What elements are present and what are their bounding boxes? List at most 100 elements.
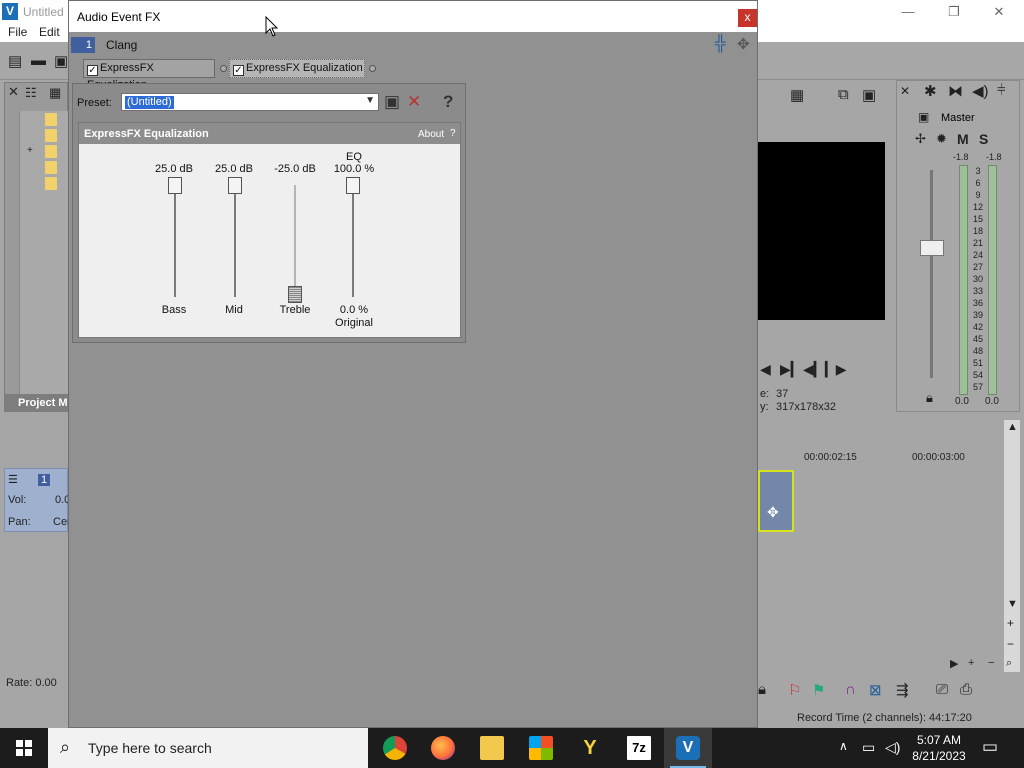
- plugin-chain-icon[interactable]: ╬: [715, 35, 726, 52]
- scroll-up-icon[interactable]: ▲: [1007, 421, 1018, 433]
- dialog-title: Audio Event FX: [77, 10, 161, 24]
- snap-magnet-icon[interactable]: ∩: [845, 681, 856, 698]
- about-link[interactable]: About: [418, 129, 444, 140]
- fx-enable-checkbox-2[interactable]: ✓: [233, 65, 244, 76]
- taskbar-search[interactable]: ⌕ Type here to search: [48, 728, 368, 768]
- h-zoom-in-icon[interactable]: +: [968, 657, 974, 669]
- taskbar-vegas[interactable]: V: [664, 728, 712, 768]
- eq-slider-thumb[interactable]: [346, 177, 360, 194]
- prev-frame-step-icon[interactable]: ◀▎: [803, 361, 825, 378]
- taskbar-yellow-app[interactable]: Y: [566, 728, 614, 768]
- bass-slider-track[interactable]: [174, 181, 176, 297]
- audio-event-clip[interactable]: [758, 470, 794, 532]
- scroll-right-icon[interactable]: ▶: [950, 657, 958, 670]
- project-media-tab[interactable]: Project M: [4, 394, 68, 412]
- eq-value: 100.0 %: [333, 163, 375, 175]
- zoom-in-icon[interactable]: +: [1007, 616, 1014, 630]
- remove-plugin-icon[interactable]: ✥: [737, 35, 750, 53]
- downmix-icon[interactable]: ⧓: [948, 82, 963, 100]
- fx-gear-icon[interactable]: ✹: [936, 131, 947, 147]
- track-menu-icon[interactable]: ☰: [8, 473, 18, 486]
- eq-slider-track[interactable]: [352, 181, 354, 297]
- timeline[interactable]: [758, 420, 1020, 672]
- treble-slider-thumb[interactable]: [288, 286, 302, 303]
- taskbar-store[interactable]: [517, 728, 565, 768]
- vertical-scrollbar[interactable]: [1004, 420, 1020, 672]
- save-icon[interactable]: ▣: [54, 52, 68, 70]
- expand-icon[interactable]: +: [27, 145, 33, 156]
- scroll-down-icon[interactable]: ▼: [1007, 598, 1018, 610]
- close-master-icon[interactable]: ✕: [900, 84, 910, 98]
- play-icon[interactable]: ▶▎: [780, 361, 802, 378]
- eq-label: EQ: [346, 151, 362, 163]
- clock[interactable]: 5:07 AM 8/21/2023: [904, 732, 974, 764]
- chain-end-dot: [369, 65, 376, 72]
- mute-button[interactable]: M: [957, 131, 969, 147]
- help-icon[interactable]: ?: [443, 93, 453, 111]
- app-title: Untitled: [23, 5, 64, 19]
- fx-chip-1[interactable]: ✓ExpressFX Equalization: [83, 59, 215, 91]
- auto-crossfade-icon[interactable]: ⊠: [869, 681, 882, 699]
- minimize-button[interactable]: —: [885, 2, 931, 22]
- volume-icon[interactable]: ◁): [885, 739, 900, 756]
- speaker-icon[interactable]: ◀): [972, 82, 989, 100]
- folder-icon[interactable]: [45, 129, 57, 142]
- track-header[interactable]: ☰ 1 Vol: 0.0 Pan: Cen: [4, 468, 73, 532]
- delete-preset-icon[interactable]: ✕: [407, 93, 421, 111]
- taskbar-7zip[interactable]: 7z: [615, 728, 663, 768]
- chevron-down-icon[interactable]: ▼: [365, 95, 375, 106]
- meter-scale-tick: 9: [975, 190, 981, 200]
- start-button[interactable]: [0, 728, 48, 768]
- next-frame-step-icon[interactable]: ▎▶: [825, 361, 847, 378]
- bass-slider-thumb[interactable]: [168, 177, 182, 194]
- marker-icon[interactable]: ⚐: [788, 681, 801, 699]
- new-file-icon[interactable]: ▤: [8, 52, 22, 70]
- fx-enable-checkbox-1[interactable]: ✓: [87, 65, 98, 76]
- copy-snapshot-icon[interactable]: ⧉: [838, 86, 849, 103]
- taskbar-file-explorer[interactable]: [468, 728, 516, 768]
- refresh-icon[interactable]: ▦: [49, 85, 61, 101]
- explorer-tool-icon[interactable]: ☷: [25, 85, 37, 101]
- show-hidden-icons-icon[interactable]: ∧: [839, 739, 848, 753]
- folder-icon[interactable]: [45, 161, 57, 174]
- envelope-tool-icon[interactable]: ⎙: [960, 681, 972, 698]
- folder-icon[interactable]: [45, 113, 57, 126]
- zoom-tool-icon[interactable]: ⌕: [1006, 657, 1012, 670]
- lock-icon[interactable]: 🔒︎: [926, 390, 933, 406]
- folder-icon[interactable]: [45, 177, 57, 190]
- h-zoom-out-icon[interactable]: −: [988, 657, 994, 669]
- grid-icon[interactable]: ▦: [790, 86, 804, 104]
- lock-envelopes-icon[interactable]: 🔒︎: [758, 681, 766, 698]
- dialog-titlebar[interactable]: Audio Event FX x: [69, 1, 757, 32]
- open-folder-icon[interactable]: ▬: [31, 52, 46, 69]
- taskbar-firefox[interactable]: [419, 728, 467, 768]
- fx-chip-2[interactable]: ✓ ExpressFX Equalization: [229, 59, 365, 78]
- gear-icon[interactable]: ✱: [924, 82, 937, 100]
- close-panel-icon[interactable]: ✕: [8, 84, 19, 100]
- network-icon[interactable]: ▭: [862, 739, 875, 756]
- event-pan-icon[interactable]: ⎚: [936, 681, 948, 698]
- mid-slider-track[interactable]: [234, 181, 236, 297]
- maximize-button[interactable]: ❐: [931, 2, 977, 22]
- region-icon[interactable]: ⚑: [812, 681, 825, 699]
- save-snapshot-icon[interactable]: ▣: [862, 86, 876, 104]
- dialog-close-button[interactable]: x: [738, 9, 757, 27]
- menu-edit[interactable]: Edit: [39, 25, 60, 39]
- mid-slider-thumb[interactable]: [228, 177, 242, 194]
- treble-slider-track[interactable]: [294, 185, 296, 297]
- solo-button[interactable]: S: [979, 131, 988, 147]
- taskbar-chrome[interactable]: [371, 728, 419, 768]
- mixer-icon[interactable]: ⫩: [997, 82, 1006, 99]
- notifications-icon[interactable]: ▭: [982, 737, 998, 757]
- folder-icon[interactable]: [45, 145, 57, 158]
- preset-dropdown[interactable]: (Untitled) ▼: [121, 93, 379, 111]
- prev-frame-icon[interactable]: ◀: [760, 361, 771, 378]
- menu-file[interactable]: File: [8, 25, 27, 39]
- zoom-out-icon[interactable]: −: [1007, 637, 1014, 651]
- move-icon[interactable]: ✢: [915, 131, 926, 147]
- master-fader-knob[interactable]: [920, 240, 944, 256]
- eq-help-link[interactable]: ?: [450, 128, 456, 139]
- save-preset-icon[interactable]: ▣: [384, 93, 400, 111]
- close-window-button[interactable]: ✕: [976, 2, 1022, 22]
- ripple-edit-icon[interactable]: ⇶: [896, 681, 909, 699]
